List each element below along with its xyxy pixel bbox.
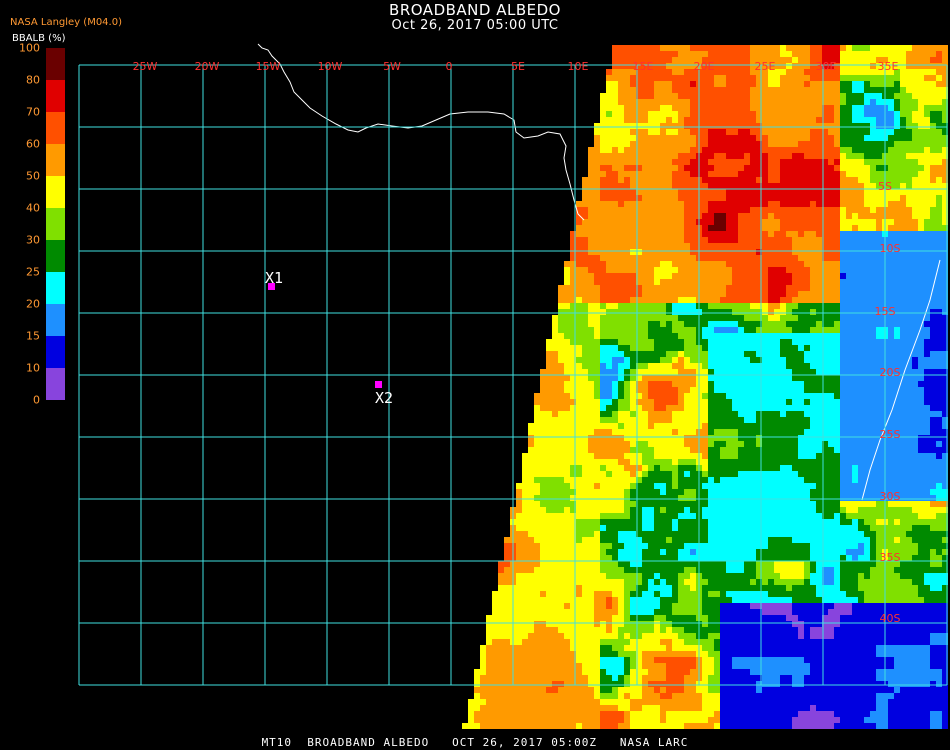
- colorbar-tick-label: 30: [26, 233, 40, 247]
- albedo-raster: [462, 45, 948, 729]
- colorbar-band: [46, 176, 65, 208]
- longitude-label: 35E: [878, 60, 899, 73]
- longitude-label: 15E: [633, 60, 654, 73]
- marker-x1-label: X1: [265, 269, 283, 287]
- colorbar-tick-label: 10: [26, 361, 40, 375]
- colorbar-band: [46, 144, 65, 176]
- coastline: [257, 43, 585, 221]
- colorbar-band: [46, 240, 65, 272]
- marker-x2-label: X2: [375, 389, 393, 407]
- colorbar-tick-label: 70: [26, 105, 40, 119]
- longitude-label: 5W: [383, 60, 401, 73]
- colorbar-band: [46, 368, 65, 400]
- colorbar-tick-label: 50: [26, 169, 40, 183]
- latitude-label: 15S: [875, 305, 896, 318]
- latitude-label: 30S: [880, 490, 901, 503]
- colorbar-band: [46, 272, 65, 304]
- latitude-label: 10S: [880, 242, 901, 255]
- footer-caption: MT10 BROADBAND ALBEDO OCT 26, 2017 05:00…: [261, 736, 689, 749]
- satellite-map-view: 25W 20W 15W 10W 5W 0 5E 10E 15E 20E 25E 30E 35E 5S 10S…: [0, 0, 950, 750]
- marker-x2-point: [375, 381, 382, 388]
- colorbar-tick-label: 15: [26, 329, 40, 343]
- colorbar: [46, 48, 65, 400]
- map-title: BROADBAND ALBEDO: [389, 1, 561, 19]
- longitude-label: 30E: [816, 60, 837, 73]
- colorbar-tick-label: 40: [26, 201, 40, 215]
- longitude-label: 25W: [133, 60, 158, 73]
- colorbar-tick-label: 100: [19, 41, 40, 55]
- latitude-label: 35S: [880, 551, 901, 564]
- longitude-label: 5E: [511, 60, 525, 73]
- colorbar-tick-label: 25: [26, 265, 40, 279]
- colorbar-band: [46, 112, 65, 144]
- longitude-label: 20E: [694, 60, 715, 73]
- map-timestamp: Oct 26, 2017 05:00 UTC: [391, 18, 559, 33]
- longitude-label: 25E: [755, 60, 776, 73]
- longitude-label: 10W: [318, 60, 343, 73]
- colorbar-tick-label: 80: [26, 73, 40, 87]
- latitude-label: 40S: [880, 612, 901, 625]
- latitude-label: 5S: [878, 180, 892, 193]
- colorbar-tick-label: 0: [33, 393, 40, 407]
- longitude-label: 0: [446, 60, 453, 73]
- albedo-map: 25W 20W 15W 10W 5W 0 5E 10E 15E 20E 25E 30E 35E 5S 10S…: [78, 43, 948, 729]
- colorbar-tick-label: 60: [26, 137, 40, 151]
- longitude-label: 20W: [195, 60, 220, 73]
- colorbar-band: [46, 48, 65, 80]
- longitude-label: 15W: [256, 60, 281, 73]
- colorbar-band: [46, 304, 65, 336]
- latitude-label: 20S: [880, 366, 901, 379]
- source-label: NASA Langley (M04.0): [10, 17, 122, 28]
- colorbar-band: [46, 80, 65, 112]
- longitude-label: 10E: [568, 60, 589, 73]
- colorbar-tick-label: 20: [26, 297, 40, 311]
- latitude-label: 25S: [880, 428, 901, 441]
- colorbar-band: [46, 336, 65, 368]
- colorbar-band: [46, 208, 65, 240]
